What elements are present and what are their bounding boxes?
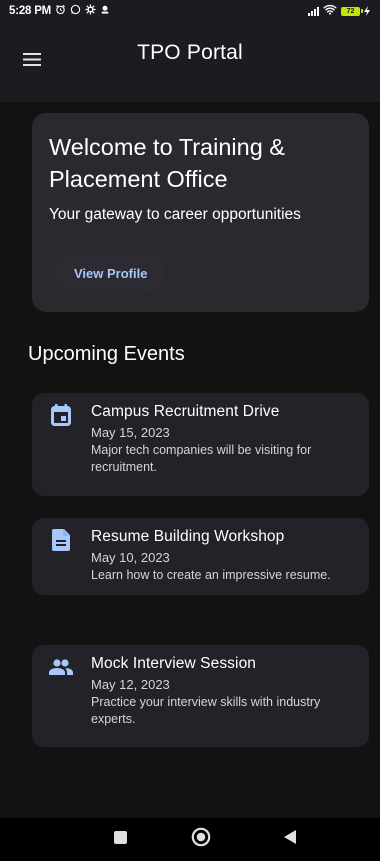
event-card-resume-workshop[interactable]: Resume Building Workshop May 10, 2023 Le… <box>32 518 369 595</box>
status-time: 5:28 PM <box>9 5 52 17</box>
upcoming-events-title: Upcoming Events <box>28 343 185 365</box>
battery-level: 72 <box>341 6 360 16</box>
app-title: TPO Portal <box>137 41 243 64</box>
event-date: May 10, 2023 <box>91 550 170 565</box>
whatsapp-icon <box>70 4 81 18</box>
event-description: Learn how to create an impressive resume… <box>91 568 331 582</box>
back-triangle-icon <box>284 830 296 849</box>
settings-gear-icon <box>85 4 96 18</box>
event-date: May 12, 2023 <box>91 677 170 692</box>
back-button[interactable] <box>280 818 300 861</box>
welcome-title: Welcome to Training & Placement Office <box>49 134 285 192</box>
event-title: Mock Interview Session <box>91 655 257 672</box>
calendar-icon <box>49 403 73 427</box>
wifi-icon <box>323 4 337 18</box>
event-card-mock-interview[interactable]: Mock Interview Session May 12, 2023 Prac… <box>32 645 369 747</box>
event-title: Resume Building Workshop <box>91 528 285 545</box>
welcome-card: Welcome to Training & Placement Office Y… <box>32 113 369 312</box>
square-icon <box>113 830 127 849</box>
status-bar: 5:28 PM 72 <box>0 0 380 22</box>
home-button[interactable] <box>189 818 213 861</box>
alarm-icon <box>55 4 66 18</box>
view-profile-button[interactable]: View Profile <box>55 253 167 293</box>
event-text: Campus Recruitment Drive May 15, 2023 Ma… <box>91 403 355 476</box>
recents-button[interactable] <box>108 818 132 861</box>
status-left: 5:28 PM <box>9 4 110 18</box>
event-title: Campus Recruitment Drive <box>91 403 280 420</box>
home-circle-icon <box>191 827 211 852</box>
event-description: Major tech companies will be visiting fo… <box>91 443 312 474</box>
event-text: Mock Interview Session May 12, 2023 Prac… <box>91 655 355 728</box>
battery-icon: 72 <box>341 6 370 16</box>
event-date: May 15, 2023 <box>91 425 170 440</box>
event-card-campus-recruitment[interactable]: Campus Recruitment Drive May 15, 2023 Ma… <box>32 393 369 496</box>
event-text: Resume Building Workshop May 10, 2023 Le… <box>91 528 355 584</box>
signal-icon <box>308 6 319 16</box>
people-icon <box>49 655 73 679</box>
document-icon <box>49 528 73 552</box>
app-screen: 5:28 PM 72 TPO Portal Welcome to Trainin… <box>0 0 380 861</box>
welcome-subtitle: Your gateway to career opportunities <box>49 206 301 223</box>
system-navigation-bar <box>0 818 380 861</box>
status-right: 72 <box>308 4 370 18</box>
notification-icon <box>100 4 110 18</box>
app-bar: TPO Portal <box>0 22 380 102</box>
event-description: Practice your interview skills with indu… <box>91 695 321 726</box>
